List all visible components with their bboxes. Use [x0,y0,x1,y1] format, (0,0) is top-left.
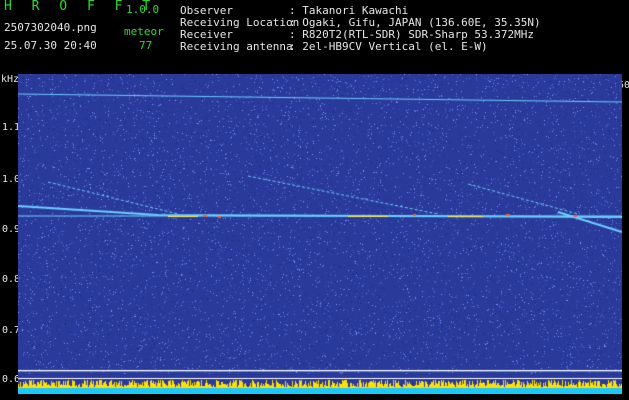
mode-label: meteor [124,25,164,38]
info-antenna-value: : 2el-HB9CV Vertical (el. E-W) [289,40,488,53]
y-axis-unit: kHz [1,74,20,85]
date-time: 25.07.30 20:40 [4,39,97,52]
spectrogram [18,74,622,394]
file-name: 2507302040.png [4,21,97,34]
header: H R O F F T 1.0.0 2507302040.png meteor … [0,0,629,74]
info-antenna-label: Receiving antenna [180,40,293,53]
app-version: 1.0.0 [126,3,160,16]
meteor-count: 77 [139,39,153,52]
